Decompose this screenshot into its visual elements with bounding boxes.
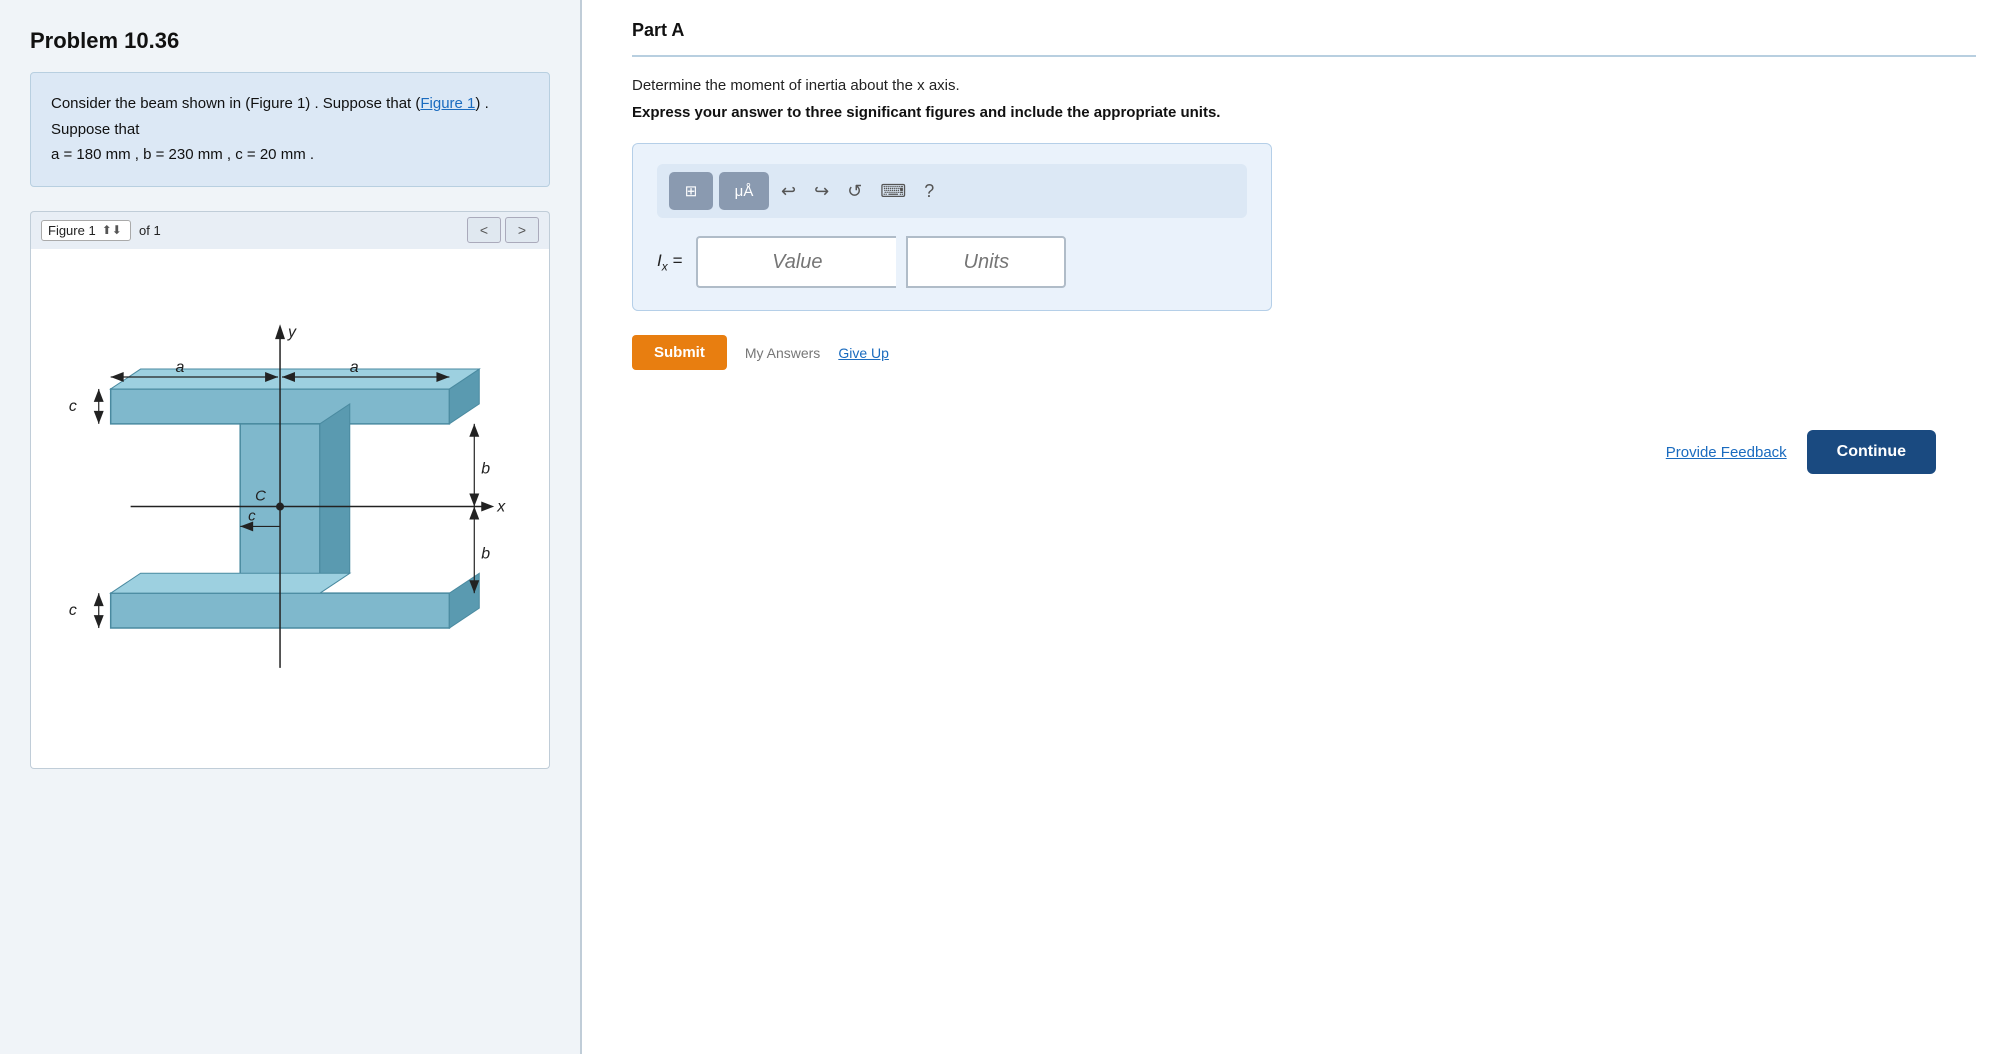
keyboard-button[interactable]: ⌨ bbox=[874, 177, 912, 206]
my-answers-label: My Answers bbox=[745, 345, 820, 361]
answer-box: ⊞ μÅ ↩ ↪ ↺ ⌨ ? Ix = bbox=[632, 143, 1272, 311]
input-row: Ix = bbox=[657, 236, 1247, 288]
figure-selector-bar: Figure 1 ⬆⬇ of 1 < > bbox=[30, 211, 550, 249]
problem-description: Consider the beam shown in (Figure 1) . … bbox=[30, 72, 550, 187]
svg-text:c: c bbox=[69, 397, 77, 414]
svg-text:b: b bbox=[481, 545, 490, 562]
undo-button[interactable]: ↩ bbox=[775, 177, 802, 206]
math-toolbar: ⊞ μÅ ↩ ↪ ↺ ⌨ ? bbox=[657, 164, 1247, 218]
chevron-down-icon: ⬆⬇ bbox=[102, 223, 122, 237]
figure-display: y x C a a bbox=[30, 249, 550, 769]
refresh-button[interactable]: ↺ bbox=[841, 177, 868, 206]
part-description: Determine the moment of inertia about th… bbox=[632, 77, 1976, 94]
figure-label: Figure 1 bbox=[48, 223, 96, 238]
continue-button[interactable]: Continue bbox=[1807, 430, 1936, 474]
svg-text:c: c bbox=[69, 602, 77, 619]
submit-button[interactable]: Submit bbox=[632, 335, 727, 370]
provide-feedback-link[interactable]: Provide Feedback bbox=[1666, 444, 1787, 461]
submit-row: Submit My Answers Give Up bbox=[632, 335, 1976, 370]
svg-text:C: C bbox=[255, 487, 266, 504]
problem-title: Problem 10.36 bbox=[30, 28, 550, 54]
formula-label: Ix = bbox=[657, 251, 682, 273]
part-title: Part A bbox=[632, 0, 1976, 57]
description-text: Consider the beam shown in (Figure 1) . … bbox=[51, 95, 411, 112]
description-values: a = 180 mm , b = 230 mm , c = 20 mm . bbox=[51, 146, 314, 163]
figure-prev-button[interactable]: < bbox=[467, 217, 501, 243]
bottom-actions: Provide Feedback Continue bbox=[632, 430, 1976, 474]
svg-text:x: x bbox=[496, 498, 506, 515]
svg-text:a: a bbox=[350, 359, 359, 376]
svg-text:a: a bbox=[175, 359, 184, 376]
value-input[interactable] bbox=[696, 236, 896, 288]
redo-button[interactable]: ↪ bbox=[808, 177, 835, 206]
matrix-icon-button[interactable]: ⊞ bbox=[669, 172, 713, 210]
figure-dropdown[interactable]: Figure 1 ⬆⬇ bbox=[41, 220, 131, 241]
part-instruction: Express your answer to three significant… bbox=[632, 104, 1976, 121]
give-up-link[interactable]: Give Up bbox=[838, 345, 889, 361]
units-input[interactable] bbox=[906, 236, 1066, 288]
help-icon[interactable]: ? bbox=[918, 177, 940, 206]
figure-of-label: of 1 bbox=[139, 223, 161, 238]
mu-button[interactable]: μÅ bbox=[719, 172, 769, 210]
figure-nav-buttons: < > bbox=[467, 217, 539, 243]
svg-text:b: b bbox=[481, 460, 490, 477]
svg-text:c: c bbox=[248, 507, 256, 524]
figure-next-button[interactable]: > bbox=[505, 217, 539, 243]
figure-link[interactable]: Figure 1 bbox=[420, 95, 475, 112]
svg-text:y: y bbox=[287, 324, 297, 341]
